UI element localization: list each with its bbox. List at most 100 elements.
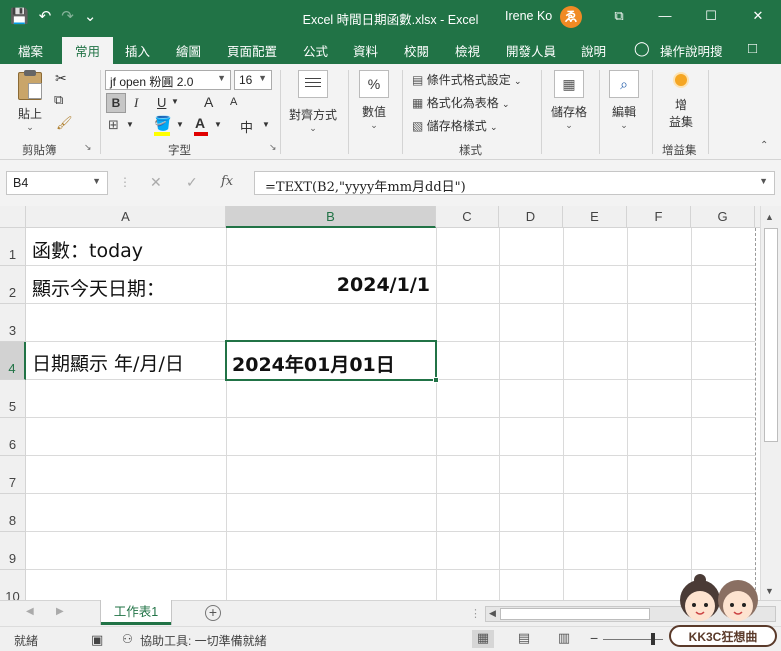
tab-help[interactable]: 說明 [581,41,606,60]
borders-icon[interactable]: ⊞ [108,117,119,133]
redo-icon[interactable]: ↷ [61,7,74,27]
tab-file[interactable]: 檔案 [18,41,43,60]
row-header-7[interactable]: 7 [0,456,26,494]
row-header-6[interactable]: 6 [0,418,26,456]
row-header-4[interactable]: 4 [0,342,26,380]
clipboard-launcher-icon[interactable]: ↘ [84,142,92,153]
bold-button[interactable]: B [106,93,126,113]
borders-dropdown-icon[interactable]: ▼ [126,120,134,129]
tab-formulas[interactable]: 公式 [303,41,328,60]
italic-button[interactable]: I [134,95,138,111]
page-break-preview-icon[interactable]: ▥ [553,630,575,648]
spreadsheet-grid[interactable]: A B C D E F G 1 2 3 4 5 6 7 8 9 10 函數：to… [0,206,760,600]
cell-styles-button[interactable]: ▧ 儲存格樣式 ⌄ [412,117,498,134]
alignment-button[interactable]: 對齊方式 ⌄ [288,70,338,134]
collapse-ribbon-icon[interactable]: ⌃ [760,140,768,151]
column-header-e[interactable]: E [563,206,627,228]
tab-view[interactable]: 檢視 [455,41,480,60]
row-header-5[interactable]: 5 [0,380,26,418]
column-header-c[interactable]: C [436,206,499,228]
vertical-scroll-thumb[interactable] [764,228,778,442]
save-icon[interactable]: 💾 [10,7,29,27]
conditional-formatting-button[interactable]: ▤ 條件式格式設定 ⌄ [412,71,522,88]
maximize-icon[interactable]: ☐ [696,5,726,27]
row-header-1[interactable]: 1 [0,228,26,266]
user-name[interactable]: Irene Ko [505,9,552,23]
cut-icon[interactable]: ✂ [55,70,67,87]
page-layout-view-icon[interactable]: ▤ [513,630,535,648]
font-name-select[interactable]: jf open 粉圓 2.0 ▼ [105,70,231,90]
font-color-dropdown-icon[interactable]: ▼ [214,120,222,129]
row-header-10[interactable]: 10 [0,570,26,600]
grow-font-button[interactable]: A [204,94,213,110]
column-header-f[interactable]: F [627,206,691,228]
horizontal-scroll-thumb[interactable] [500,608,650,620]
row-header-2[interactable]: 2 [0,266,26,304]
number-format-button[interactable]: % 數值 ⌄ [356,70,392,131]
normal-view-icon[interactable]: ▦ [472,630,494,648]
fill-color-icon[interactable]: 🪣 [154,115,171,132]
scroll-up-icon[interactable]: ▲ [765,212,774,222]
tab-home[interactable]: 常用 [62,37,114,64]
prev-sheet-icon[interactable]: ◀ [26,606,34,617]
phonetic-guide-button[interactable]: 中 [240,117,253,136]
tab-split-grip-icon[interactable]: ⋮ [470,607,481,620]
row-header-3[interactable]: 3 [0,304,26,342]
tab-review[interactable]: 校閱 [404,41,429,60]
accessibility-status[interactable]: 協助工具: 一切準備就緒 [140,632,267,649]
cells-button[interactable]: ▦ 儲存格 ⌄ [549,70,589,131]
tab-draw[interactable]: 繪圖 [176,41,201,60]
paste-button[interactable]: 貼上 ⌄ [14,70,46,133]
avatar[interactable]: ゑ [560,6,582,28]
cell-a1[interactable]: 函數：today [32,236,143,263]
tell-me-search[interactable]: 操作說明搜 [660,41,723,60]
underline-button[interactable]: U [157,95,166,110]
fill-color-dropdown-icon[interactable]: ▼ [176,120,184,129]
sheet-tab-1[interactable]: 工作表1 [101,600,171,625]
cell-b2[interactable]: 2024/1/1 [337,274,430,296]
underline-dropdown-icon[interactable]: ▼ [171,97,179,106]
font-color-icon[interactable]: A [195,115,205,131]
cell-a4[interactable]: 日期顯示 年/月/日 [32,349,184,376]
column-header-a[interactable]: A [26,206,226,228]
close-icon[interactable]: ✕ [743,5,773,27]
ribbon-display-options-icon[interactable]: ⧉ [604,5,634,27]
tab-developer[interactable]: 開發人員 [506,41,556,60]
select-all-corner[interactable] [0,206,26,228]
customize-qat-icon[interactable]: ⌄ [84,7,97,27]
format-painter-icon[interactable]: 🖌 [56,115,73,131]
add-ins-button[interactable]: 增 益集 [660,74,702,130]
shrink-font-button[interactable]: A [230,96,237,108]
tab-data[interactable]: 資料 [353,41,378,60]
editing-button[interactable]: ⌕ 編輯 ⌄ [606,70,642,131]
cancel-icon[interactable]: ✕ [150,174,162,191]
column-header-g[interactable]: G [691,206,755,228]
copy-icon[interactable]: ⧉ [54,92,63,108]
cell-a2[interactable]: 顯示今天日期： [32,274,165,301]
tab-page-layout[interactable]: 頁面配置 [227,41,277,60]
format-as-table-button[interactable]: ▦ 格式化為表格 ⌄ [412,94,510,111]
tab-insert[interactable]: 插入 [125,41,150,60]
next-sheet-icon[interactable]: ▶ [56,606,64,617]
phonetic-dropdown-icon[interactable]: ▼ [262,120,270,129]
paste-dropdown-icon[interactable]: ⌄ [14,122,46,133]
zoom-slider-thumb[interactable] [651,633,655,645]
accessibility-icon[interactable]: ⚇ [122,632,133,646]
vertical-scrollbar[interactable]: ▲ ▼ [760,206,781,600]
enter-icon[interactable]: ✓ [186,174,198,191]
comments-icon[interactable]: □ [748,40,757,57]
row-header-8[interactable]: 8 [0,494,26,532]
name-box[interactable]: B4 ▼ [6,171,108,195]
minimize-icon[interactable]: — [650,5,680,27]
add-sheet-icon[interactable]: + [205,605,221,621]
column-header-d[interactable]: D [499,206,563,228]
font-size-select[interactable]: 16 ▼ [234,70,272,90]
zoom-out-icon[interactable]: − [590,630,598,646]
row-header-9[interactable]: 9 [0,532,26,570]
scroll-left-icon[interactable]: ◀ [489,608,496,619]
formula-input[interactable]: =TEXT(B2,"yyyy年mm月dd日") ▼ [254,171,775,195]
font-launcher-icon[interactable]: ↘ [269,142,277,153]
column-header-b[interactable]: B [226,206,436,228]
macro-record-icon[interactable]: ▣ [91,632,103,648]
fill-handle[interactable] [433,377,439,383]
